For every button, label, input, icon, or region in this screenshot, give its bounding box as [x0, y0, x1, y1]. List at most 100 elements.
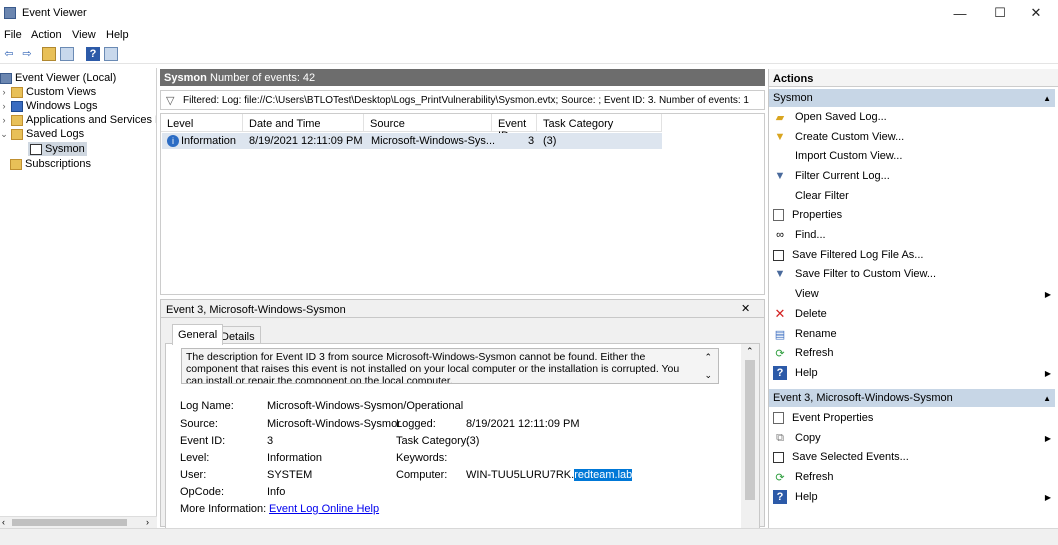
event-log-online-help-link[interactable]: Event Log Online Help [269, 503, 379, 515]
action-help-event[interactable]: ? Help ▶ [773, 488, 1055, 506]
level-label: Level: [180, 452, 210, 464]
close-button[interactable]: ✕ [1018, 0, 1054, 26]
chevron-right-icon[interactable]: › [0, 115, 8, 125]
table-row[interactable]: i Information 8/19/2021 12:11:09 PM Micr… [162, 133, 662, 149]
maximize-button[interactable]: ☐ [982, 0, 1018, 26]
action-label: Rename [795, 328, 837, 340]
column-header-source[interactable]: Source [364, 114, 492, 132]
action-save-filter-custom-view[interactable]: ▼ Save Filter to Custom View... [773, 265, 1055, 283]
collapse-up-icon[interactable]: ▲ [1043, 394, 1051, 403]
cell-source: Microsoft-Windows-Sys... [371, 135, 496, 147]
tree-label: Event Viewer (Local) [15, 72, 117, 84]
action-find[interactable]: ∞ Find... [773, 226, 1055, 244]
column-header-level[interactable]: Level [161, 114, 243, 132]
user-label: User: [180, 469, 207, 481]
action-label: Delete [795, 308, 827, 320]
action-properties[interactable]: Properties [773, 206, 1055, 224]
tree-item-subscriptions[interactable]: Subscriptions [10, 157, 91, 171]
cell-event-id: 3 [528, 135, 535, 147]
tree-item-sysmon[interactable]: Sysmon [28, 142, 87, 156]
show-hide-action-pane-icon[interactable] [104, 47, 118, 61]
subscriptions-icon [10, 158, 22, 170]
description-text: The description for Event ID 3 from sour… [186, 351, 680, 384]
section-label: Sysmon [773, 92, 813, 104]
chevron-right-icon[interactable]: › [0, 101, 8, 111]
show-hide-tree-icon[interactable] [60, 47, 74, 61]
menu-action[interactable]: Action [31, 29, 62, 41]
column-header-date-time[interactable]: Date and Time [243, 114, 364, 132]
action-clear-filter[interactable]: Clear Filter [773, 187, 1055, 205]
detail-vertical-scrollbar[interactable]: ⌃ ⌄ [741, 344, 759, 540]
chevron-down-icon[interactable]: ⌄ [0, 129, 8, 140]
action-help[interactable]: ? Help ▶ [773, 364, 1055, 382]
chevron-right-icon[interactable]: › [0, 87, 8, 97]
tree-horizontal-scrollbar[interactable]: ‹ › [0, 516, 157, 528]
column-header-task-category[interactable]: Task Category [537, 114, 662, 132]
opcode-value: Info [267, 486, 286, 498]
action-refresh-event[interactable]: ⟳ Refresh [773, 468, 1055, 486]
window-title: Event Viewer [22, 7, 87, 19]
column-header-event-id[interactable]: Event ID [492, 114, 537, 142]
scroll-up-icon[interactable]: ⌃ [704, 351, 712, 363]
cell-level: Information [181, 135, 237, 147]
tree-item-saved-logs[interactable]: ⌄ Saved Logs [0, 127, 84, 141]
action-import-custom-view[interactable]: Import Custom View... [773, 147, 1055, 165]
scroll-down-icon[interactable]: ⌄ [704, 369, 712, 381]
log-header-bar: Sysmon Number of events: 42 [160, 69, 765, 86]
collapse-up-icon[interactable]: ▲ [1043, 94, 1051, 103]
back-arrow-icon[interactable]: ⇦ [2, 47, 16, 61]
action-create-custom-view[interactable]: ▼ Create Custom View... [773, 128, 1055, 146]
scroll-right-icon[interactable]: › [146, 517, 149, 527]
up-folder-icon[interactable] [42, 47, 56, 61]
tree-item-event-viewer-local[interactable]: Event Viewer (Local) [0, 71, 116, 85]
action-refresh[interactable]: ⟳ Refresh [773, 344, 1055, 362]
detail-content: General Details The description for Even… [165, 324, 760, 541]
action-event-properties[interactable]: Event Properties [773, 409, 1055, 427]
scrollbar-thumb[interactable] [12, 519, 127, 526]
action-label: Properties [792, 209, 843, 221]
tab-general[interactable]: General [172, 324, 224, 345]
scrollbar-thumb[interactable] [745, 360, 755, 500]
action-save-selected-events[interactable]: Save Selected Events... [773, 448, 1055, 466]
help-icon[interactable]: ? [86, 47, 100, 61]
submenu-arrow-icon: ▶ [1044, 433, 1051, 443]
scroll-up-icon[interactable]: ⌃ [746, 346, 754, 357]
logged-label: Logged: [396, 418, 436, 430]
event-viewer-app-icon [4, 7, 16, 19]
close-detail-icon[interactable]: ✕ [741, 302, 750, 315]
folder-icon [11, 114, 23, 126]
toolbar: ⇦ ⇨ ? [0, 44, 1058, 64]
menu-file[interactable]: File [4, 29, 22, 41]
action-delete[interactable]: ✕ Delete [773, 305, 1055, 323]
section-header-event[interactable]: Event 3, Microsoft-Windows-Sysmon ▲ [769, 389, 1055, 407]
action-view[interactable]: View ▶ [773, 285, 1055, 303]
tree-label: Applications and Services Lo [26, 114, 157, 126]
action-rename[interactable]: ▤ Rename [773, 325, 1055, 343]
tree-label: Custom Views [26, 86, 97, 98]
more-info-label: More Information: [180, 503, 267, 515]
minimize-button[interactable]: — [942, 0, 978, 26]
forward-arrow-icon[interactable]: ⇨ [20, 47, 34, 61]
blank-icon [773, 149, 787, 163]
menu-view[interactable]: View [72, 29, 96, 41]
blank-icon [773, 189, 787, 203]
section-header-sysmon[interactable]: Sysmon ▲ [769, 89, 1055, 107]
action-filter-current-log[interactable]: ▼ Filter Current Log... [773, 167, 1055, 185]
action-copy[interactable]: ⧉ Copy ▶ [773, 429, 1055, 447]
tree-item-applications-services[interactable]: › Applications and Services Lo [0, 113, 157, 127]
tree-item-custom-views[interactable]: › Custom Views [0, 85, 97, 99]
status-bar [0, 528, 1058, 545]
scroll-left-icon[interactable]: ‹ [2, 517, 5, 527]
menu-help[interactable]: Help [106, 29, 129, 41]
properties-icon [773, 209, 784, 221]
save-disk-icon [773, 249, 784, 261]
save-disk-icon [773, 451, 784, 463]
action-label: Clear Filter [795, 190, 849, 202]
action-save-filtered-log[interactable]: Save Filtered Log File As... [773, 246, 1055, 264]
refresh-icon: ⟳ [775, 347, 785, 360]
action-label: Create Custom View... [795, 131, 905, 143]
event-id-value: 3 [267, 435, 274, 447]
tree-item-windows-logs[interactable]: › Windows Logs [0, 99, 98, 113]
action-open-saved-log[interactable]: ▰ Open Saved Log... [773, 108, 1055, 126]
refresh-icon: ⟳ [775, 471, 785, 484]
